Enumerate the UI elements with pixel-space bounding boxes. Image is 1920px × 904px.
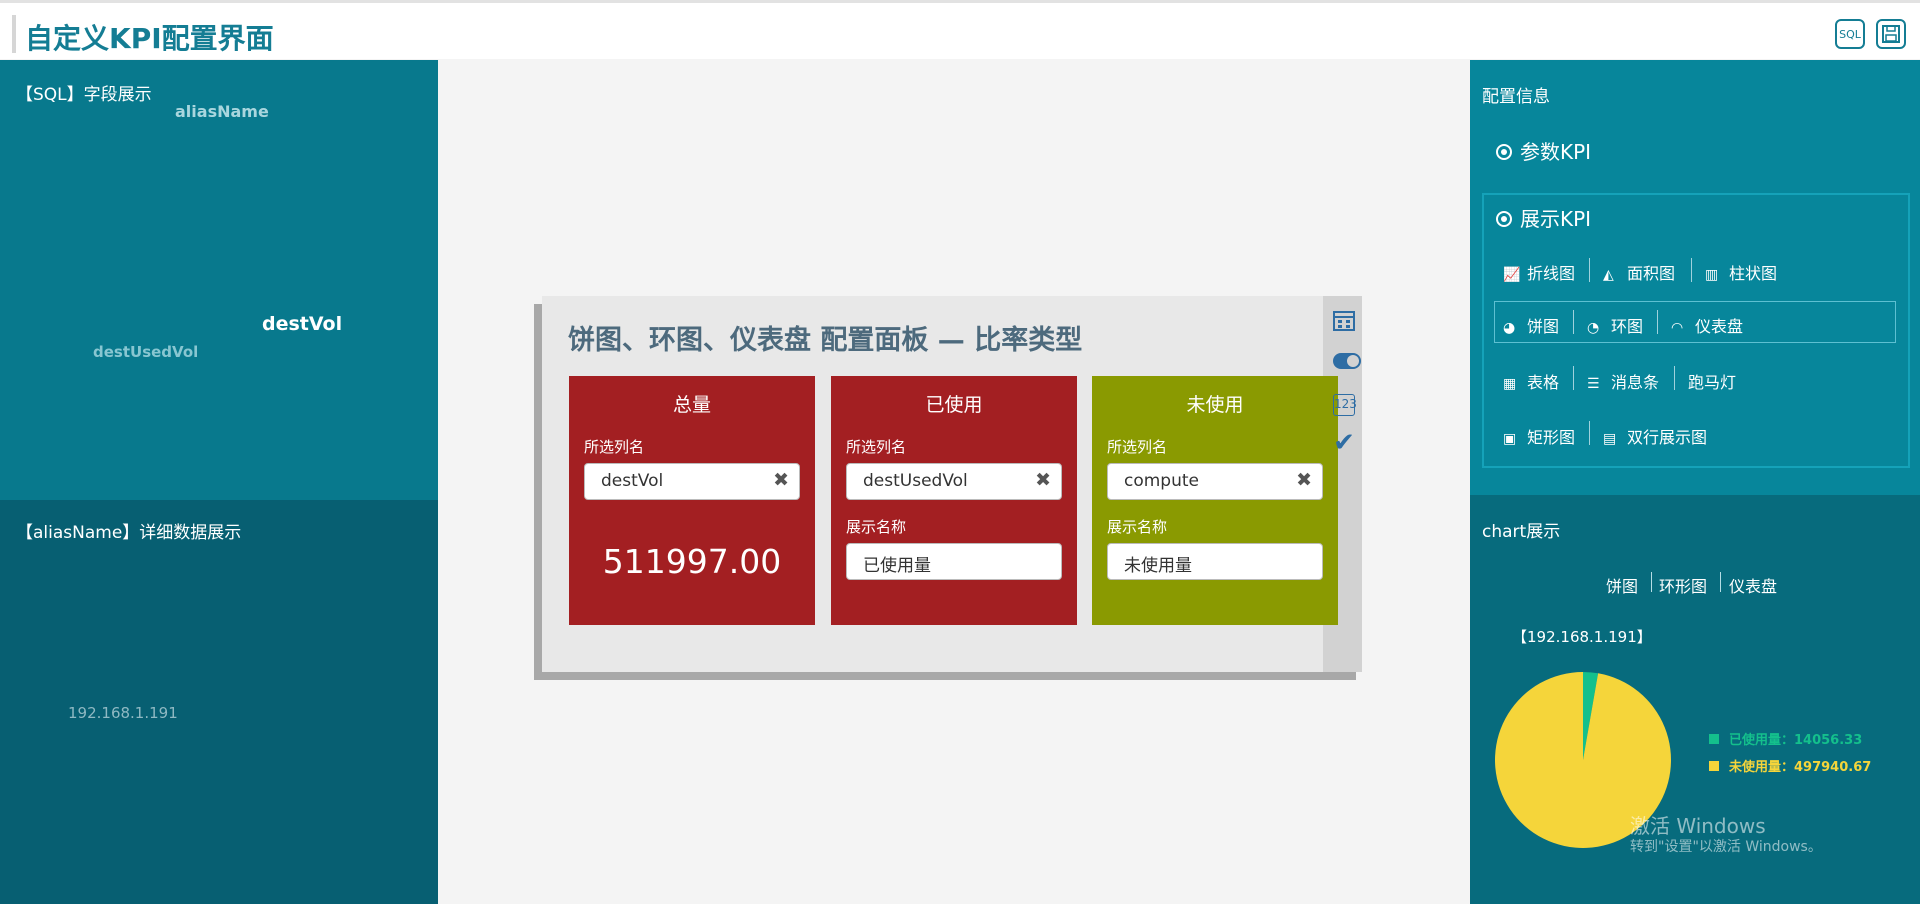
title-accent-bar — [12, 15, 16, 53]
radio-icon — [1496, 211, 1512, 227]
detail-value: 192.168.1.191 — [68, 704, 178, 722]
card-title: 未使用 — [1186, 394, 1244, 416]
option-marquee[interactable]: 跑马灯 — [1688, 369, 1736, 393]
check-icon[interactable]: ✔ — [1333, 430, 1355, 456]
column-label: 所选列名 — [1107, 438, 1168, 456]
clear-icon[interactable]: ✖ — [773, 469, 789, 491]
rectangle-chart-icon: ▣ — [1503, 431, 1517, 447]
divider — [1720, 572, 1721, 592]
card-unused: 未使用 所选列名 compute ✖ 展示名称 未使用量 — [1092, 376, 1338, 625]
card-total: 总量 所选列名 destVol ✖ 511997.00 — [569, 376, 815, 625]
divider — [1589, 421, 1590, 445]
clear-icon[interactable]: ✖ — [1035, 469, 1051, 491]
option-line-chart[interactable]: 📈 折线图 — [1503, 260, 1575, 284]
divider — [1573, 310, 1574, 334]
calendar-icon[interactable] — [1333, 309, 1355, 331]
column-input[interactable]: compute ✖ — [1107, 463, 1323, 500]
card-title: 总量 — [672, 394, 711, 416]
radio-show-kpi[interactable]: 展示KPI — [1496, 203, 1591, 232]
sql-field-panel: 【SQL】字段展示 aliasName destVol destUsedVol — [0, 60, 438, 500]
divider — [1573, 366, 1574, 390]
option-ring-chart[interactable]: ◔ 环图 — [1587, 313, 1643, 337]
two-row-icon: ▤ — [1603, 431, 1617, 447]
column-input[interactable]: destVol ✖ — [584, 463, 800, 500]
field-aliasName[interactable]: aliasName — [175, 102, 269, 121]
card-title: 已使用 — [925, 394, 983, 416]
config-title: 配置信息 — [1482, 87, 1550, 107]
radio-icon — [1496, 144, 1512, 160]
divider — [1674, 366, 1675, 390]
column-label: 所选列名 — [584, 438, 645, 456]
option-table[interactable]: ▦ 表格 — [1503, 369, 1559, 393]
column-input[interactable]: destUsedVol ✖ — [846, 463, 1062, 500]
display-name-input[interactable]: 未使用量 — [1107, 543, 1323, 580]
activate-windows-watermark: 激活 Windows — [1630, 814, 1766, 838]
divider — [1657, 310, 1658, 334]
toggle-icon[interactable] — [1333, 353, 1361, 375]
legend-swatch — [1709, 761, 1719, 771]
display-name-input[interactable]: 已使用量 — [846, 543, 1062, 580]
page-title: 自定义KPI配置界面 — [25, 22, 274, 55]
column-label: 所选列名 — [846, 438, 907, 456]
line-chart-icon: 📈 — [1503, 267, 1521, 283]
field-destUsedVol[interactable]: destUsedVol — [93, 343, 198, 361]
number-123-icon[interactable]: 123 — [1333, 394, 1357, 416]
divider — [1589, 258, 1590, 282]
field-destVol[interactable]: destVol — [262, 313, 342, 335]
tab-ring[interactable]: 环形图 — [1659, 573, 1707, 597]
legend-swatch — [1709, 734, 1719, 744]
sql-field-title: 【SQL】字段展示 — [16, 85, 152, 105]
panel-title: 饼图、环图、仪表盘 配置面板 — 比率类型 — [568, 325, 1083, 356]
option-area-chart[interactable]: ◭ 面积图 — [1603, 260, 1675, 284]
gauge-icon: ◠ — [1671, 320, 1684, 336]
option-pie-chart[interactable]: ◕ 饼图 — [1503, 313, 1559, 337]
card-used: 已使用 所选列名 destUsedVol ✖ 展示名称 已使用量 — [831, 376, 1077, 625]
pie-chart-icon: ◕ — [1503, 320, 1516, 336]
clear-icon[interactable]: ✖ — [1296, 469, 1312, 491]
header: 自定义KPI配置界面 SQL — [0, 3, 1920, 59]
total-value: 511997.00 — [602, 542, 782, 581]
area-chart-icon: ◭ — [1603, 267, 1614, 283]
legend-used[interactable]: 已使用量：14056.33 — [1709, 729, 1862, 748]
display-name-label: 展示名称 — [846, 518, 907, 536]
option-message-bar[interactable]: ☰ 消息条 — [1587, 369, 1659, 393]
radio-param-kpi[interactable]: 参数KPI — [1496, 136, 1591, 165]
option-two-row-chart[interactable]: ▤ 双行展示图 — [1603, 424, 1707, 448]
tab-pie[interactable]: 饼图 — [1606, 573, 1638, 597]
detail-data-title: 【aliasName】详细数据展示 — [16, 523, 242, 543]
chart-panel-title: chart展示 — [1482, 522, 1561, 542]
list-icon: ☰ — [1587, 376, 1600, 392]
chart-title: 【192.168.1.191】 — [1512, 628, 1652, 646]
legend-unused[interactable]: 未使用量：497940.67 — [1709, 756, 1871, 775]
tab-gauge[interactable]: 仪表盘 — [1729, 573, 1777, 597]
sql-icon[interactable]: SQL — [1835, 19, 1865, 49]
option-rectangle-chart[interactable]: ▣ 矩形图 — [1503, 424, 1575, 448]
bar-chart-icon: ▥ — [1705, 267, 1719, 283]
display-name-label: 展示名称 — [1107, 518, 1168, 536]
detail-data-panel: 【aliasName】详细数据展示 192.168.1.191 — [0, 500, 438, 904]
option-gauge[interactable]: ◠ 仪表盘 — [1671, 313, 1743, 337]
table-icon: ▦ — [1503, 376, 1517, 392]
save-icon[interactable] — [1876, 19, 1906, 49]
ring-chart-icon: ◔ — [1587, 320, 1600, 336]
option-bar-chart[interactable]: ▥ 柱状图 — [1705, 260, 1777, 284]
activate-windows-hint: 转到"设置"以激活 Windows。 — [1630, 839, 1822, 855]
divider — [1651, 572, 1652, 592]
divider — [1691, 258, 1692, 282]
